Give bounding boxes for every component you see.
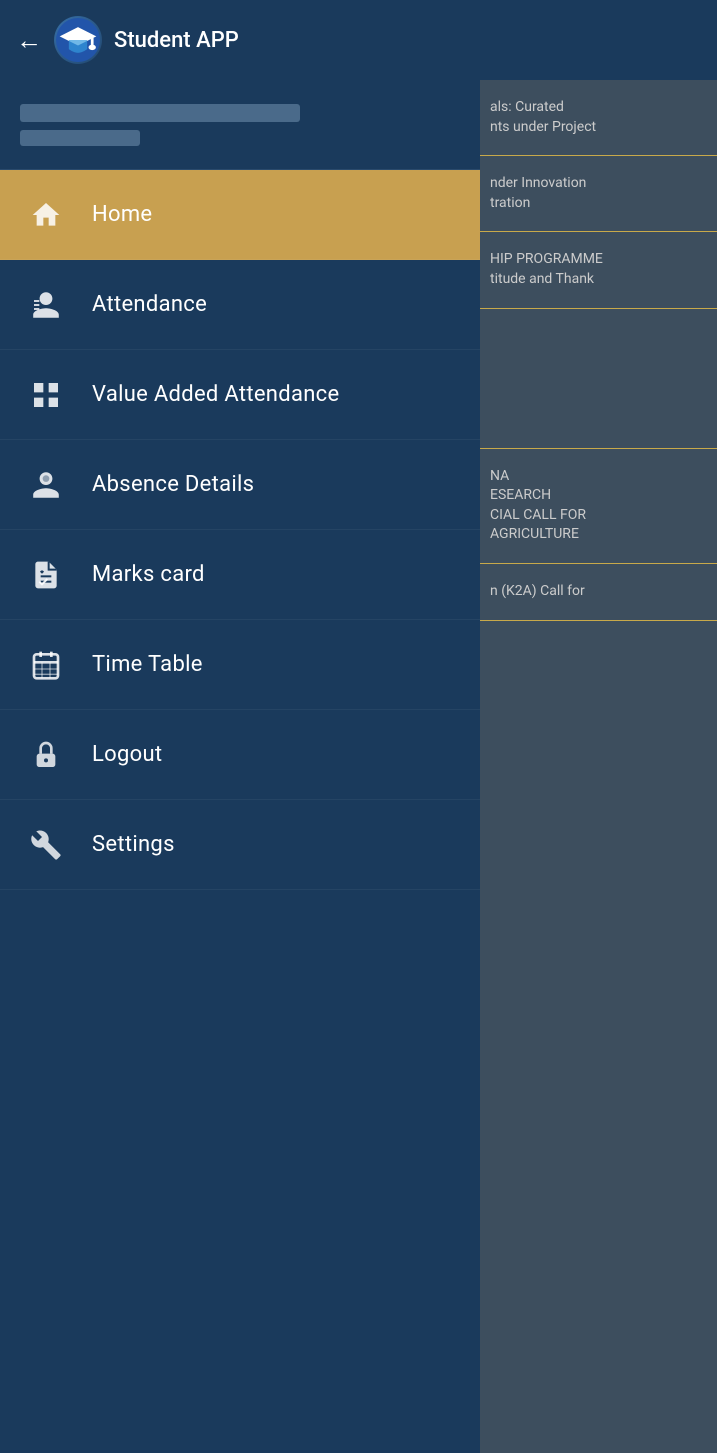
timetable-icon [24,643,68,687]
sidebar-item-attendance[interactable]: Attendance [0,260,480,350]
grid-icon [24,373,68,417]
app-title: Student APP [114,28,239,53]
bg-item-1: als: Curatednts under Project [480,80,717,156]
sidebar-item-absence-details[interactable]: Absence Details [0,440,480,530]
sidebar-item-absence-details-label: Absence Details [92,472,254,497]
navigation-drawer: Home Attendance Value Added Attendance [0,170,480,1453]
sidebar-item-home-label: Home [92,202,152,227]
sidebar-item-marks-card-label: Marks card [92,562,205,587]
attendance-icon [24,283,68,327]
user-info-strip [0,80,480,170]
sidebar-item-marks-card[interactable]: Marks card [0,530,480,620]
bg-item-4 [480,309,717,449]
sidebar-item-attendance-label: Attendance [92,292,207,317]
sidebar-item-value-added-attendance[interactable]: Value Added Attendance [0,350,480,440]
home-icon [24,193,68,237]
sidebar-item-time-table[interactable]: Time Table [0,620,480,710]
background-content: als: Curatednts under Project nder Innov… [480,0,717,1453]
app-logo [54,16,102,64]
sidebar-item-logout[interactable]: Logout [0,710,480,800]
marks-icon [24,553,68,597]
logout-icon [24,733,68,777]
sidebar-item-logout-label: Logout [92,742,162,767]
sidebar-item-time-table-label: Time Table [92,652,203,677]
app-header: ← Student APP [0,0,717,80]
user-name-blurred [20,104,300,122]
user-id-blurred [20,130,140,146]
sidebar-item-home[interactable]: Home [0,170,480,260]
bg-item-2: nder Innovationtration [480,156,717,232]
sidebar-item-settings-label: Settings [92,832,175,857]
back-button[interactable]: ← [16,25,42,56]
settings-icon [24,823,68,867]
bg-item-3: HIP PROGRAMMEtitude and Thank [480,232,717,308]
bg-item-6: n (K2A) Call for [480,564,717,621]
bg-item-5: NAESEARCHCIAL CALL FORAGRICULTURE [480,449,717,564]
sidebar-item-settings[interactable]: Settings [0,800,480,890]
sidebar-item-value-added-attendance-label: Value Added Attendance [92,382,339,407]
absence-icon [24,463,68,507]
